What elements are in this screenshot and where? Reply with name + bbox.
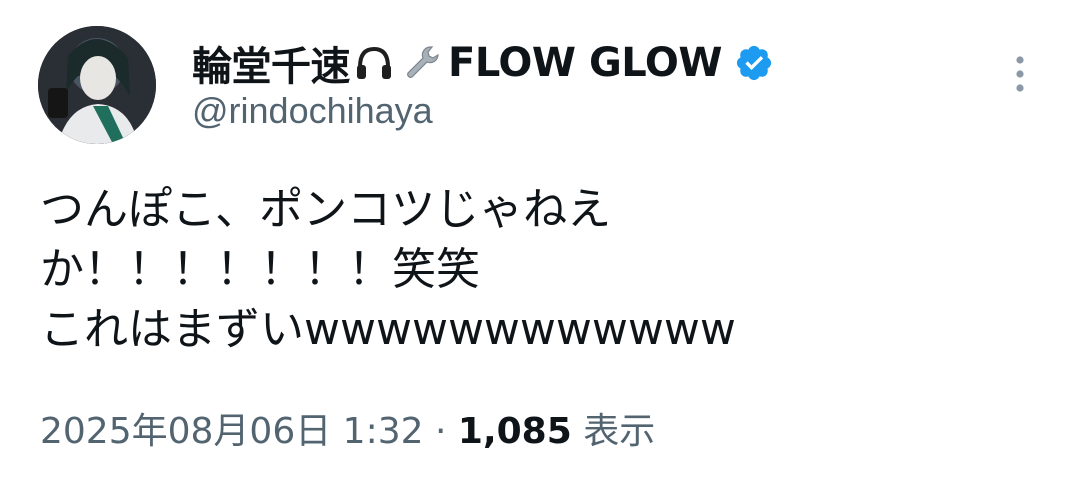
avatar[interactable] (38, 26, 156, 144)
author-handle[interactable]: @rindochihaya (192, 90, 433, 132)
tweet-text-line: つんぽこ、ポンコツじゃねえ (40, 184, 612, 235)
display-name[interactable]: 輪堂千速 (192, 34, 351, 92)
author-name-row[interactable]: 輪堂千速 FLOW GLOW (192, 30, 774, 96)
views-label: 表示 (583, 411, 656, 452)
headphones-icon (352, 41, 396, 85)
tweet-text-line: これはまずいwwwwwwwwwwww (40, 304, 736, 355)
verified-badge-icon[interactable] (734, 43, 774, 83)
wrench-icon (398, 41, 442, 85)
more-vertical-icon[interactable] (1006, 52, 1034, 96)
view-count: 1,085 (457, 411, 572, 452)
tweet-text: つんぽこ、ポンコツじゃねえ か！！！！！！！笑笑 これはまずいwwwwwwwww… (40, 180, 1040, 360)
tweet-meta: 2025年08月06日 1:32 · 1,085 表示 (40, 402, 655, 454)
display-name-suffix[interactable]: FLOW GLOW (448, 40, 722, 86)
meta-separator: · (434, 411, 447, 452)
timestamp[interactable]: 2025年08月06日 1:32 (40, 411, 424, 452)
tweet-text-line: か！！！！！！！笑笑 (40, 244, 480, 295)
tweet-card: 輪堂千速 FLOW GLOW @rindochihaya つんぽこ、ポンコツじゃ… (0, 0, 1080, 485)
